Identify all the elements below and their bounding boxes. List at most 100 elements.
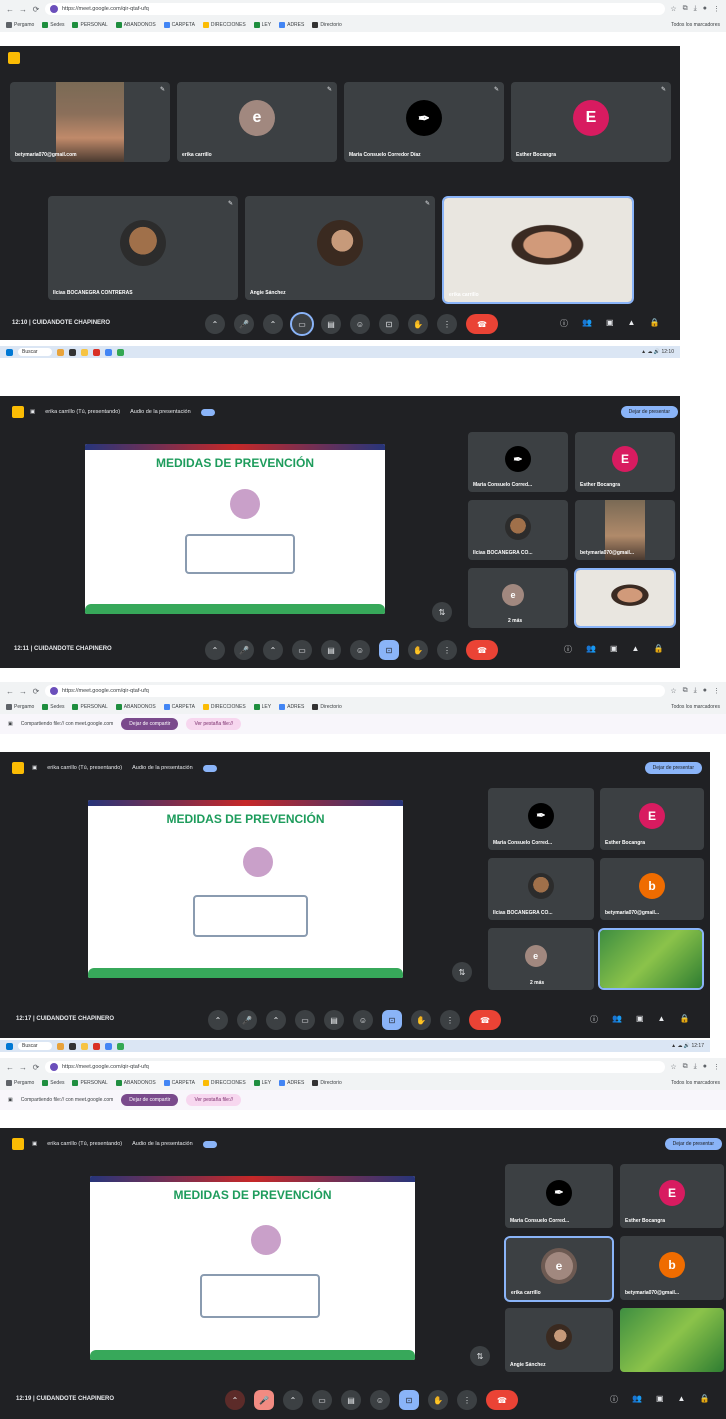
bookmark[interactable]: DIRECCIONES [202,1080,246,1086]
bookmark[interactable]: ABANDONOS [115,22,156,28]
folder-icon[interactable] [80,348,88,356]
activities-icon[interactable]: ▲ [632,644,640,655]
bookmark[interactable]: Pergamo [6,22,34,28]
app-icon[interactable] [116,348,124,356]
emoji-icon[interactable]: ☺ [353,1010,373,1030]
hang-up-button[interactable]: ☎ [486,1390,518,1410]
bookmark[interactable]: ADRES [279,22,304,28]
participant-tile[interactable]: e erika carrillo [504,1236,614,1302]
bookmark[interactable]: Pergamo [6,704,34,710]
activities-icon[interactable]: ▲ [678,1394,686,1405]
bookmark[interactable]: LEY [253,1080,271,1086]
activities-icon[interactable]: ▲ [628,318,636,329]
emoji-icon[interactable]: ☺ [350,640,370,660]
camera-icon[interactable]: ▭ [290,312,314,336]
bookmark[interactable]: LEY [253,22,271,28]
stop-presenting-button[interactable]: Dejar de presentar [620,406,678,418]
extensions-icon[interactable]: ⧉ [683,1063,688,1071]
forward-icon[interactable]: → [19,687,27,696]
bookmark[interactable]: PERSONAL [72,704,108,710]
profile-icon[interactable]: ● [703,687,707,695]
microphone-icon[interactable]: 🎤 [234,314,254,334]
camera-options-icon[interactable]: ⌃ [263,314,283,334]
app-icon[interactable] [56,348,64,356]
participant-tile[interactable]: E Esther Bocangra [575,432,675,492]
self-video-tile[interactable] [620,1308,724,1372]
lock-icon[interactable]: 🔒 [649,318,659,329]
info-icon[interactable]: ⓘ [590,1014,598,1025]
windows-start-icon[interactable] [6,348,13,356]
star-icon[interactable]: ☆ [670,1063,676,1071]
participant-tile[interactable]: ✒ Maria Consuelo Corred... [468,432,568,492]
reload-icon[interactable]: ⟳ [32,1063,40,1072]
folder-icon[interactable] [80,1042,88,1050]
forward-icon[interactable]: → [19,5,27,14]
app-icon[interactable] [68,348,76,356]
bookmark[interactable]: DIRECCIONES [202,22,246,28]
participant-tile[interactable]: Angie Sánchez [505,1308,613,1372]
profile-icon[interactable]: ● [703,5,707,13]
participant-tile[interactable]: b betymaria070@gmail... [600,858,704,920]
participant-tile[interactable]: E Esther Bocangra [600,788,704,850]
mic-options-icon[interactable]: ⌃ [208,1010,228,1030]
people-icon[interactable]: 👥 [612,1014,622,1025]
layout-icon[interactable]: ⇅ [452,962,472,982]
more-participants-tile[interactable]: e 2 más [488,928,594,990]
captions-icon[interactable]: ▤ [321,314,341,334]
present-icon[interactable]: ⊡ [382,1010,402,1030]
bookmark[interactable]: CARPETA [163,1080,195,1086]
more-options-icon[interactable]: ⋮ [437,640,457,660]
more-options-icon[interactable]: ⋮ [437,314,457,334]
camera-options-icon[interactable]: ⌃ [266,1010,286,1030]
bookmark[interactable]: Directorio [312,704,342,710]
hang-up-button[interactable]: ☎ [469,1010,501,1030]
app-icon[interactable] [68,1042,76,1050]
lock-icon[interactable]: 🔒 [699,1394,709,1405]
app-icon[interactable] [92,1042,100,1050]
profile-icon[interactable]: ● [703,1063,707,1071]
back-icon[interactable]: ← [6,5,14,14]
app-icon[interactable] [92,348,100,356]
chat-icon[interactable]: ▣ [636,1014,644,1025]
chrome-icon[interactable] [104,1042,112,1050]
bookmark[interactable]: Sedes [42,704,64,710]
back-icon[interactable]: ← [6,1063,14,1072]
reload-icon[interactable]: ⟳ [32,687,40,696]
camera-icon[interactable]: ▭ [292,640,312,660]
info-icon[interactable]: ⓘ [610,1394,618,1405]
microphone-icon[interactable]: 🎤 [234,640,254,660]
participant-tile[interactable]: ✎ Ilcias BOCANEGRA CONTRERAS [48,196,238,300]
star-icon[interactable]: ☆ [670,5,676,13]
captions-icon[interactable]: ▤ [324,1010,344,1030]
bookmark[interactable]: ABANDONOS [115,704,156,710]
bookmark[interactable]: ABANDONOS [115,1080,156,1086]
chat-icon[interactable]: ▣ [610,644,618,655]
audio-toggle[interactable] [202,764,217,772]
participant-tile[interactable]: ✒ ✎ Maria Consuelo Corredor Díaz [344,82,504,162]
more-options-icon[interactable]: ⋮ [457,1390,477,1410]
all-bookmarks[interactable]: Todos los marcadores [671,22,720,28]
layout-icon[interactable]: ⇅ [432,602,452,622]
address-bar[interactable]: https://meet.google.com/qir-qtaf-ufq [45,1061,666,1073]
chat-icon[interactable]: ▣ [656,1394,664,1405]
microphone-muted-icon[interactable]: 🎤 [254,1390,274,1410]
participant-tile[interactable]: ✒ Maria Consuelo Corred... [488,788,594,850]
participant-tile[interactable]: Ilcias BOCANEGRA CO... [488,858,594,920]
present-icon[interactable]: ⊡ [379,314,399,334]
camera-options-icon[interactable]: ⌃ [283,1390,303,1410]
camera-icon[interactable]: ▭ [295,1010,315,1030]
stop-presenting-button[interactable]: Dejar de presentar [664,1138,722,1150]
all-bookmarks[interactable]: Todos los marcadores [671,704,720,710]
bookmark[interactable]: LEY [253,704,271,710]
self-video-tile[interactable] [598,928,704,990]
taskbar-search[interactable]: Buscar [18,1042,52,1050]
taskbar-search[interactable]: Buscar [18,348,52,356]
lock-icon[interactable]: 🔒 [679,1014,689,1025]
more-participants-tile[interactable]: e 2 más [468,568,568,628]
forward-icon[interactable]: → [19,1063,27,1072]
download-icon[interactable]: ⤓ [694,1063,697,1071]
stop-sharing-button[interactable]: Dejar de compartir [121,1094,179,1106]
view-tab-button[interactable]: Ver pestaña file:// [186,1094,242,1106]
windows-start-icon[interactable] [6,1042,13,1050]
activities-icon[interactable]: ▲ [658,1014,666,1025]
